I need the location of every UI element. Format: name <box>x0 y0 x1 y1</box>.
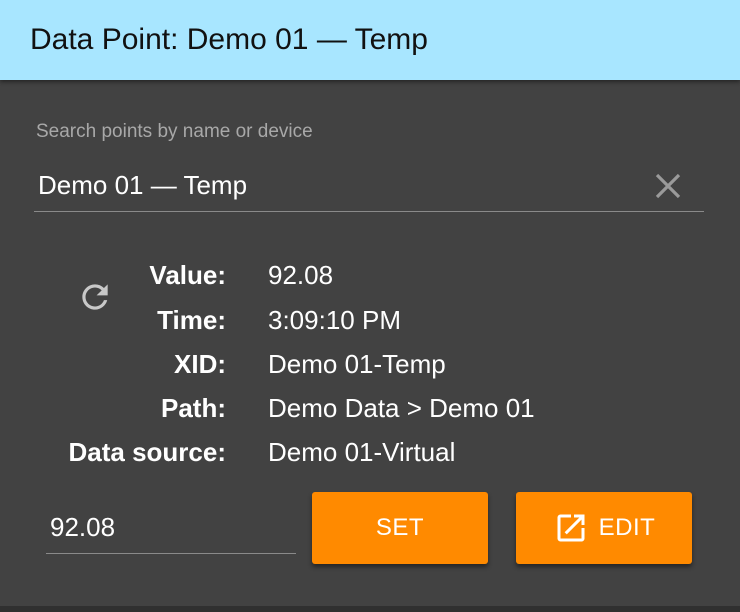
xid-text: Demo 01-Temp <box>268 349 446 379</box>
open-in-new-icon <box>557 514 585 542</box>
page-title: Data Point: Demo 01 — Temp <box>30 23 428 56</box>
set-value-underline <box>46 553 296 554</box>
edit-button[interactable]: EDIT <box>516 492 692 564</box>
bottom-strip <box>0 606 740 612</box>
search-label: Search points by name or device <box>36 121 313 142</box>
set-button-label: SET <box>375 514 425 541</box>
set-button[interactable]: SET <box>312 492 488 564</box>
time-label: Time: <box>157 305 226 335</box>
data-source-label: Data source: <box>68 437 227 467</box>
search-input[interactable] <box>36 165 640 205</box>
data-source-text: Demo 01-Virtual <box>268 437 456 467</box>
path-label: Path: <box>161 393 226 423</box>
card-header: Data Point: Demo 01 — Temp <box>0 0 740 80</box>
data-point-card: Data Point: Demo 01 — Temp Search points… <box>0 0 740 606</box>
close-icon <box>655 173 681 199</box>
clear-search-button[interactable] <box>650 168 686 204</box>
value-label: Value: <box>149 260 226 290</box>
path-text: Demo Data > Demo 01 <box>268 393 535 423</box>
time-text: 3:09:10 PM <box>268 305 401 335</box>
set-value-input[interactable] <box>48 505 292 549</box>
edit-button-label: EDIT <box>598 514 656 541</box>
value-text: 92.08 <box>268 260 334 290</box>
xid-label: XID: <box>174 349 226 379</box>
search-underline <box>34 211 704 212</box>
